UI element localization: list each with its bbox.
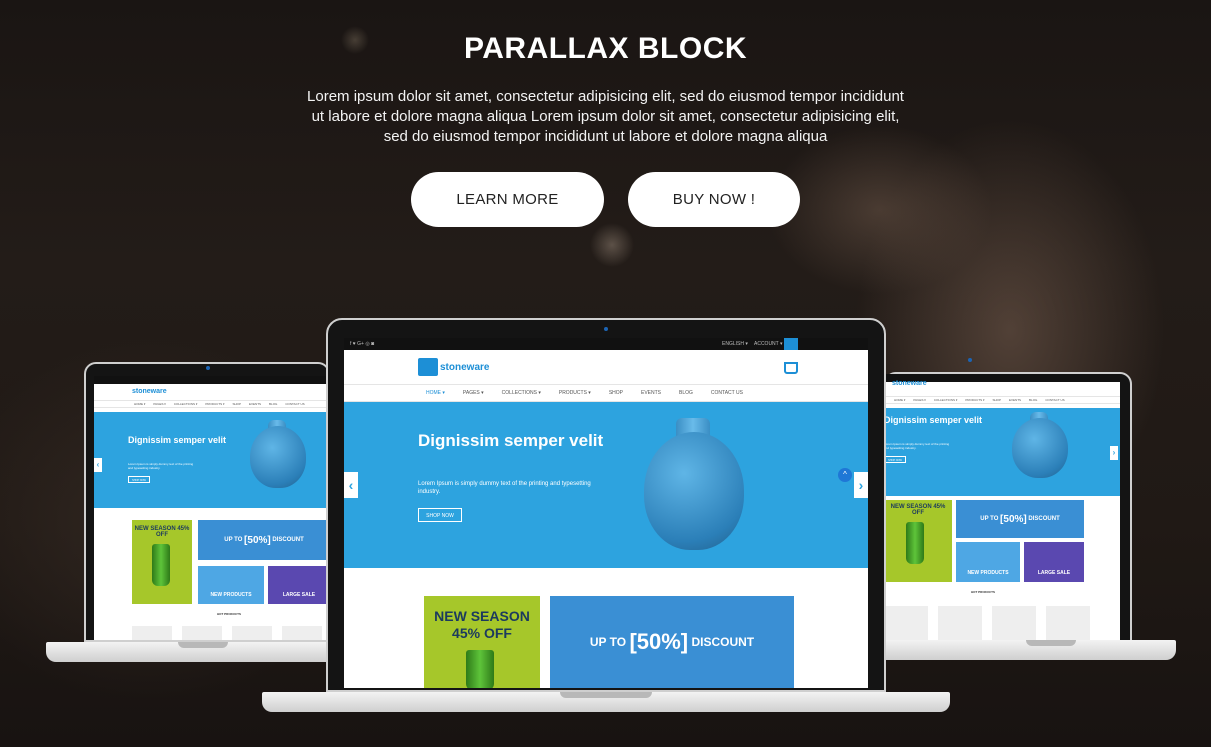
- search-icon[interactable]: [784, 338, 798, 350]
- buy-now-button[interactable]: BUY NOW !: [628, 172, 800, 227]
- page-title: PARALLAX BLOCK: [463, 32, 748, 65]
- nav-item-blog[interactable]: BLOG: [679, 390, 693, 396]
- scroll-top-button[interactable]: ^: [838, 468, 852, 482]
- language-select[interactable]: ENGLISH ▾: [722, 338, 748, 350]
- shop-now-button[interactable]: SHOP NOW: [418, 508, 462, 522]
- nav-item-shop[interactable]: SHOP: [609, 390, 623, 396]
- site-topbar: f ♥ G+ ◎ ◙ ENGLISH ▾ ACCOUNT ▾: [344, 338, 868, 350]
- nav-item-pages[interactable]: PAGES ▾: [463, 390, 484, 396]
- learn-more-button[interactable]: LEARN MORE: [411, 172, 604, 227]
- main-nav: HOME ▾ PAGES ▾ COLLECTIONS ▾ PRODUCTS ▾ …: [344, 384, 868, 402]
- slider-next-arrow[interactable]: ›: [854, 472, 868, 498]
- nav-item-home[interactable]: HOME ▾: [426, 390, 445, 396]
- site-logo[interactable]: stoneware: [440, 362, 489, 373]
- cart-icon[interactable]: [784, 362, 798, 374]
- nav-item-collections[interactable]: COLLECTIONS ▾: [502, 390, 541, 396]
- slide-heading: Dignissim semper velit: [418, 431, 604, 450]
- hero-description: Lorem ipsum dolor sit amet, consectetur …: [307, 88, 904, 145]
- vase-image: [644, 432, 744, 550]
- logo-icon: [418, 358, 438, 376]
- nav-item-contact[interactable]: CONTACT US: [711, 390, 743, 396]
- slide-text: Lorem Ipsum is simply dummy text of the …: [418, 481, 591, 496]
- promo-discount[interactable]: UP TO [50%] DISCOUNT: [550, 596, 794, 688]
- laptop-center-mockup: f ♥ G+ ◎ ◙ ENGLISH ▾ ACCOUNT ▾ stoneware…: [262, 318, 950, 712]
- laptop-center-screen: f ♥ G+ ◎ ◙ ENGLISH ▾ ACCOUNT ▾ stoneware…: [344, 338, 868, 688]
- nav-item-events[interactable]: EVENTS: [641, 390, 661, 396]
- account-menu[interactable]: ACCOUNT ▾: [754, 338, 783, 350]
- slider-prev-arrow[interactable]: ‹: [344, 472, 358, 498]
- hero-slider: Dignissim semper velit Lorem Ipsum is si…: [344, 402, 868, 568]
- nav-item-products[interactable]: PRODUCTS ▾: [559, 390, 591, 396]
- social-icons[interactable]: f ♥ G+ ◎ ◙: [350, 341, 374, 347]
- site-logo: stoneware: [132, 388, 167, 395]
